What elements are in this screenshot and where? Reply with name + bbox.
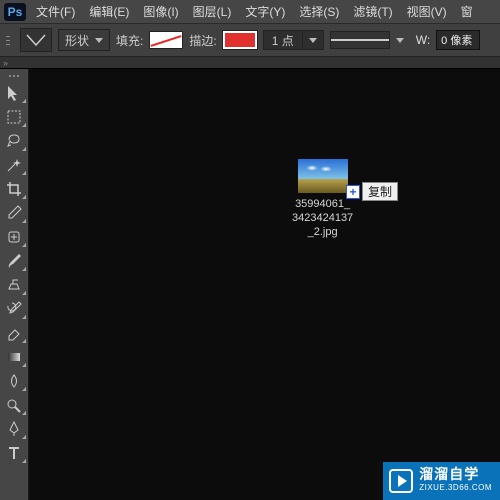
menu-file[interactable]: 文件(F) bbox=[36, 3, 75, 20]
width-input[interactable]: 0 像素 bbox=[436, 30, 480, 50]
menu-bar: Ps 文件(F) 编辑(E) 图像(I) 图层(L) 文字(Y) 选择(S) 滤… bbox=[0, 0, 500, 23]
brush-tool[interactable] bbox=[1, 249, 27, 272]
history-brush-tool[interactable] bbox=[1, 297, 27, 320]
toolbox-grip[interactable] bbox=[0, 71, 28, 80]
drag-tooltip: + 复制 bbox=[346, 182, 398, 201]
menu-layer[interactable]: 图层(L) bbox=[193, 3, 232, 20]
magic-wand-tool[interactable] bbox=[1, 153, 27, 176]
dragged-file-thumb[interactable]: 35994061_ 3423424137 _2.jpg bbox=[292, 159, 353, 239]
watermark: 溜溜自学 ZIXUE.3D66.COM bbox=[383, 462, 500, 500]
menu-window[interactable]: 窗 bbox=[461, 3, 473, 20]
fill-label: 填充: bbox=[116, 32, 143, 49]
menu-edit[interactable]: 编辑(E) bbox=[89, 3, 129, 20]
pen-tool[interactable] bbox=[1, 417, 27, 440]
thumb-image bbox=[298, 159, 348, 193]
options-bar: 形状 填充: 描边: 1 点 W: 0 像素 bbox=[0, 23, 500, 57]
workspace: 35994061_ 3423424137 _2.jpg + 复制 bbox=[0, 69, 500, 500]
chevron-down-icon bbox=[309, 38, 317, 43]
move-tool[interactable] bbox=[1, 81, 27, 104]
width-label: W: bbox=[416, 33, 430, 47]
watermark-title: 溜溜自学 bbox=[419, 467, 492, 481]
crop-tool[interactable] bbox=[1, 177, 27, 200]
fill-swatch[interactable] bbox=[149, 31, 183, 49]
shape-mode-label: 形状 bbox=[65, 32, 89, 49]
menu-text[interactable]: 文字(Y) bbox=[245, 3, 285, 20]
clone-stamp-tool[interactable] bbox=[1, 273, 27, 296]
stroke-size-value: 1 点 bbox=[264, 32, 303, 49]
plus-icon: + bbox=[346, 185, 360, 199]
eraser-tool[interactable] bbox=[1, 321, 27, 344]
stroke-style-picker[interactable] bbox=[330, 31, 390, 49]
stroke-size-picker[interactable]: 1 点 bbox=[263, 30, 324, 50]
tool-preset-picker[interactable] bbox=[20, 28, 52, 52]
chevron-down-icon bbox=[95, 38, 103, 43]
canvas-area[interactable]: 35994061_ 3423424137 _2.jpg + 复制 bbox=[29, 69, 500, 500]
app-logo: Ps bbox=[4, 3, 26, 21]
toolbox bbox=[0, 69, 29, 500]
stroke-label: 描边: bbox=[189, 32, 216, 49]
drag-tooltip-label: 复制 bbox=[362, 182, 398, 201]
menu-select[interactable]: 选择(S) bbox=[299, 3, 339, 20]
menu-filter[interactable]: 滤镜(T) bbox=[353, 3, 392, 20]
blur-tool[interactable] bbox=[1, 369, 27, 392]
gradient-tool[interactable] bbox=[1, 345, 27, 368]
marquee-tool[interactable] bbox=[1, 105, 27, 128]
document-tab-strip: » bbox=[0, 57, 500, 69]
watermark-url: ZIXUE.3D66.COM bbox=[419, 481, 492, 495]
menu-image[interactable]: 图像(I) bbox=[143, 3, 178, 20]
stroke-swatch[interactable] bbox=[223, 31, 257, 49]
play-icon bbox=[389, 469, 413, 493]
type-tool[interactable] bbox=[1, 441, 27, 464]
expand-tabs-icon[interactable]: » bbox=[3, 58, 8, 68]
thumb-filename: 35994061_ 3423424137 _2.jpg bbox=[292, 197, 353, 239]
eyedropper-tool[interactable] bbox=[1, 201, 27, 224]
menu-view[interactable]: 视图(V) bbox=[407, 3, 447, 20]
chevron-down-icon bbox=[396, 38, 404, 43]
options-handle[interactable] bbox=[4, 27, 14, 53]
shape-mode-dropdown[interactable]: 形状 bbox=[58, 29, 110, 51]
healing-brush-tool[interactable] bbox=[1, 225, 27, 248]
lasso-tool[interactable] bbox=[1, 129, 27, 152]
dodge-tool[interactable] bbox=[1, 393, 27, 416]
